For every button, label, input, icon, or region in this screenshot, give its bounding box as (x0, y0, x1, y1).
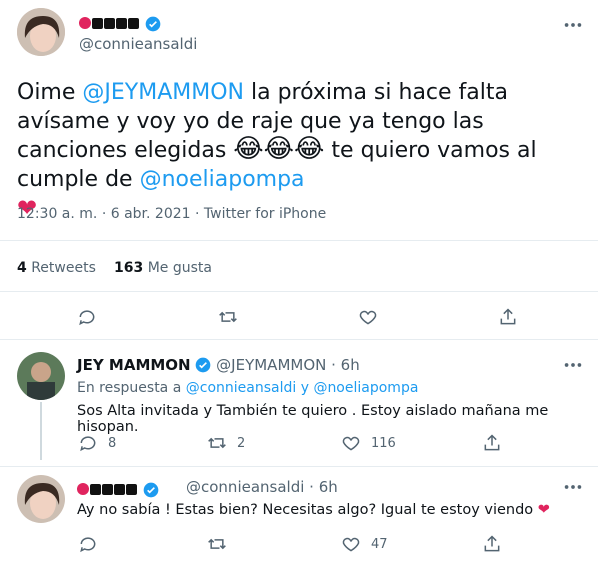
replying-mentions[interactable]: @connieansaldi y @noeliapompa (186, 380, 419, 396)
heart-outline-icon (342, 537, 360, 552)
reply-text: Sos Alta invitada y También te quiero . … (77, 403, 549, 435)
profile-photo (17, 352, 65, 400)
avatar[interactable] (17, 352, 65, 400)
mention-link[interactable]: @JEYMAMMON (82, 80, 244, 105)
share-icon (500, 308, 516, 325)
profile-photo (17, 475, 65, 523)
heart-outline-icon (359, 310, 377, 325)
more-options-icon[interactable] (562, 476, 584, 502)
more-options-icon[interactable] (562, 354, 584, 380)
reply-icon (80, 537, 96, 553)
author-handle[interactable]: @connieansaldi (79, 35, 197, 53)
more-options-icon[interactable] (562, 14, 584, 40)
profile-photo (17, 8, 65, 56)
reply-icon (80, 436, 96, 452)
author-handle[interactable]: @JEYMAMMON · 6h (216, 356, 360, 374)
retweet-button[interactable] (218, 307, 238, 331)
reply-button[interactable] (77, 307, 97, 331)
avatar[interactable] (17, 8, 65, 56)
author-name[interactable]: JEY MAMMON (77, 356, 191, 374)
laughing-emoji-icon: 😂😂😂 (233, 134, 325, 164)
share-icon (484, 535, 500, 552)
share-button[interactable] (482, 534, 502, 554)
reply-icon (79, 310, 95, 326)
tweet-meta[interactable]: 12:30 a. m. · 6 abr. 2021 · Twitter for … (17, 206, 326, 222)
verified-icon (143, 482, 159, 498)
heart-outline-icon (342, 436, 360, 451)
retweet-icon (208, 538, 226, 550)
author-name-glyphs[interactable] (79, 14, 161, 33)
verified-icon (196, 357, 211, 373)
share-button[interactable] (498, 307, 518, 331)
share-icon (484, 434, 500, 451)
retweet-button[interactable] (207, 534, 227, 554)
thread-line (40, 402, 42, 460)
author-name-glyphs[interactable] (77, 480, 159, 499)
retweet-icon (219, 311, 237, 323)
author-handle[interactable]: @connieansaldi · 6h (186, 478, 338, 496)
reply-button[interactable]: 8 (78, 433, 116, 453)
retweet-icon (208, 437, 226, 449)
reply-text: Ay no sabía ! Estas bien? Necesitas algo… (77, 502, 550, 518)
like-button[interactable]: 116 (341, 433, 396, 453)
heart-icon: ❤ (537, 502, 550, 518)
like-button[interactable]: 47 (341, 534, 388, 554)
retweet-button[interactable]: 2 (207, 433, 245, 453)
reply1-header: JEY MAMMON @JEYMAMMON · 6h (77, 356, 360, 374)
likes-stat[interactable]: 163 Me gusta (114, 260, 212, 276)
verified-icon (145, 16, 161, 32)
like-button[interactable] (358, 307, 378, 331)
avatar[interactable] (17, 475, 65, 523)
retweets-stat[interactable]: 4 Retweets (17, 260, 96, 276)
mention-link[interactable]: @noeliapompa (140, 167, 305, 192)
replying-to: En respuesta a @connieansaldi y @noeliap… (77, 380, 419, 396)
reply-button[interactable] (78, 534, 98, 554)
share-button[interactable] (482, 433, 502, 453)
tweet-text: Oime @JEYMAMMON la próxima si hace falta… (17, 80, 537, 222)
